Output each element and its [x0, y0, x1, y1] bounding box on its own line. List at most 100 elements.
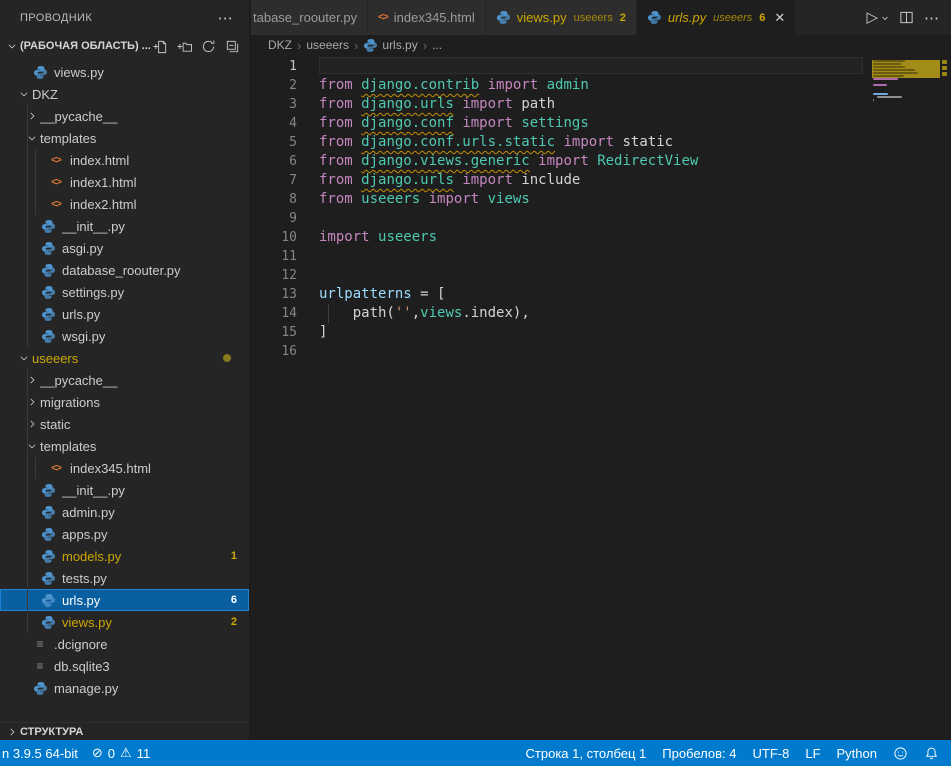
chevron-right-icon	[27, 397, 37, 407]
breadcrumb-item-useeers[interactable]: useeers	[306, 38, 349, 52]
code-line-15[interactable]: 15]	[251, 323, 951, 342]
code-line-4[interactable]: 4from django.conf import settings	[251, 114, 951, 133]
indentation-status[interactable]: Пробелов: 4	[662, 746, 736, 761]
problems-status[interactable]: ⊘ 0 ⚠ 11	[92, 745, 150, 761]
sidebar-item--pycache-[interactable]: __pycache__	[0, 105, 249, 127]
sidebar-item-urls-py[interactable]: urls.py6	[0, 589, 249, 611]
sidebar-item-migrations[interactable]: migrations	[0, 391, 249, 413]
code-lines: 12from django.contrib import admin3from …	[251, 57, 951, 361]
python-icon	[363, 38, 378, 53]
sidebar-item-views-py[interactable]: views.py2	[0, 611, 249, 633]
tab-urls-py[interactable]: urls.pyuseeers6✕	[637, 0, 796, 35]
code-line-8[interactable]: 8from useeers import views	[251, 190, 951, 209]
item-label: __pycache__	[40, 109, 249, 124]
chevron-right-icon	[27, 419, 37, 429]
sidebar-item-models-py[interactable]: models.py1	[0, 545, 249, 567]
line-content: import useeers	[319, 228, 951, 247]
code-line-11[interactable]: 11	[251, 247, 951, 266]
more-actions-icon[interactable]: ⋯	[214, 9, 237, 27]
cursor-position-status[interactable]: Строка 1, столбец 1	[526, 746, 647, 761]
line-number: 12	[251, 266, 319, 285]
item-label: __pycache__	[40, 373, 249, 388]
workspace-section-header[interactable]: (РАБОЧАЯ ОБЛАСТЬ) ...	[0, 35, 249, 57]
code-line-1[interactable]: 1	[251, 57, 951, 76]
sidebar-item-useeers[interactable]: useeers	[0, 347, 249, 369]
run-python-button[interactable]: ▷	[866, 10, 889, 25]
encoding-status[interactable]: UTF-8	[753, 746, 790, 761]
sidebar-item-tests-py[interactable]: tests.py	[0, 567, 249, 589]
code-line-13[interactable]: 13urlpatterns = [	[251, 285, 951, 304]
sidebar-item--init-py[interactable]: __init__.py	[0, 215, 249, 237]
collapse-all-icon[interactable]	[223, 37, 241, 55]
sidebar-item-urls-py[interactable]: urls.py	[0, 303, 249, 325]
sidebar-item-templates[interactable]: templates	[0, 127, 249, 149]
sidebar-item-dkz[interactable]: DKZ	[0, 83, 249, 105]
language-mode-status[interactable]: Python	[837, 746, 877, 761]
tab-index345-html[interactable]: <>index345.html	[368, 0, 486, 35]
notifications-bell-icon[interactable]	[924, 746, 939, 761]
sidebar-item-index1-html[interactable]: <>index1.html	[0, 171, 249, 193]
sidebar-item-manage-py[interactable]: manage.py	[0, 677, 249, 699]
python-icon	[41, 615, 56, 630]
more-actions-icon[interactable]: ⋯	[924, 9, 939, 27]
item-label: index1.html	[70, 175, 249, 190]
python-interpreter-status[interactable]: n 3.9.5 64-bit	[2, 746, 78, 761]
warning-count: 11	[137, 746, 151, 761]
sidebar-item-index2-html[interactable]: <>index2.html	[0, 193, 249, 215]
refresh-icon[interactable]	[199, 37, 217, 55]
outline-section-header[interactable]: СТРУКТУРА	[0, 722, 249, 740]
item-label: models.py	[62, 549, 231, 564]
feedback-icon[interactable]	[893, 746, 908, 761]
sidebar-item-asgi-py[interactable]: asgi.py	[0, 237, 249, 259]
explorer-sidebar: ПРОВОДНИК ⋯ (РАБОЧАЯ ОБЛАСТЬ) ...	[0, 0, 250, 740]
tabs: tabase_roouter.py<>index345.htmlviews.py…	[251, 0, 796, 35]
breadcrumb-item--[interactable]: ...	[432, 38, 442, 52]
code-line-10[interactable]: 10import useeers	[251, 228, 951, 247]
item-label: database_roouter.py	[62, 263, 249, 278]
code-line-2[interactable]: 2from django.contrib import admin	[251, 76, 951, 95]
item-label: static	[40, 417, 249, 432]
tab-views-py[interactable]: views.pyuseeers2	[486, 0, 637, 35]
line-number: 9	[251, 209, 319, 228]
sidebar-item-views-py[interactable]: views.py	[0, 61, 249, 83]
tab-label: urls.py	[668, 10, 706, 25]
line-content: from django.conf.urls.static import stat…	[319, 133, 951, 152]
code-line-3[interactable]: 3from django.urls import path	[251, 95, 951, 114]
sidebar-item--init-py[interactable]: __init__.py	[0, 479, 249, 501]
sidebar-item-database-roouter-py[interactable]: database_roouter.py	[0, 259, 249, 281]
sidebar-item--dcignore[interactable]: ≡.dcignore	[0, 633, 249, 655]
sidebar-item-index-html[interactable]: <>index.html	[0, 149, 249, 171]
breadcrumb-item-urls-py[interactable]: urls.py	[363, 38, 417, 53]
sidebar-item-index345-html[interactable]: <>index345.html	[0, 457, 249, 479]
sidebar-item-db-sqlite3[interactable]: ≡db.sqlite3	[0, 655, 249, 677]
chevron-right-icon	[4, 727, 20, 737]
split-editor-icon[interactable]	[899, 10, 914, 25]
sidebar-item-settings-py[interactable]: settings.py	[0, 281, 249, 303]
code-editor[interactable]: 12from django.contrib import admin3from …	[251, 55, 951, 740]
python-icon	[41, 219, 56, 234]
python-icon	[41, 263, 56, 278]
code-line-16[interactable]: 16	[251, 342, 951, 361]
new-folder-icon[interactable]	[175, 37, 193, 55]
close-icon[interactable]: ✕	[774, 10, 785, 26]
sidebar-item-apps-py[interactable]: apps.py	[0, 523, 249, 545]
tab-tabase-roouter-py[interactable]: tabase_roouter.py	[251, 0, 368, 35]
code-line-14[interactable]: 14 path('',views.index),	[251, 304, 951, 323]
file-tree: views.pyDKZ__pycache__templates<>index.h…	[0, 57, 249, 722]
code-line-5[interactable]: 5from django.conf.urls.static import sta…	[251, 133, 951, 152]
sidebar-item-admin-py[interactable]: admin.py	[0, 501, 249, 523]
sidebar-item-static[interactable]: static	[0, 413, 249, 435]
python-icon	[32, 65, 48, 80]
breadcrumb-item-dkz[interactable]: DKZ	[268, 38, 292, 52]
item-label: migrations	[40, 395, 249, 410]
code-line-7[interactable]: 7from django.urls import include	[251, 171, 951, 190]
sidebar-item-templates[interactable]: templates	[0, 435, 249, 457]
code-line-6[interactable]: 6from django.views.generic import Redire…	[251, 152, 951, 171]
code-line-9[interactable]: 9	[251, 209, 951, 228]
eol-status[interactable]: LF	[805, 746, 820, 761]
sidebar-item-wsgi-py[interactable]: wsgi.py	[0, 325, 249, 347]
code-line-12[interactable]: 12	[251, 266, 951, 285]
new-file-icon[interactable]	[151, 37, 169, 55]
item-label: index345.html	[70, 461, 249, 476]
sidebar-item--pycache-[interactable]: __pycache__	[0, 369, 249, 391]
